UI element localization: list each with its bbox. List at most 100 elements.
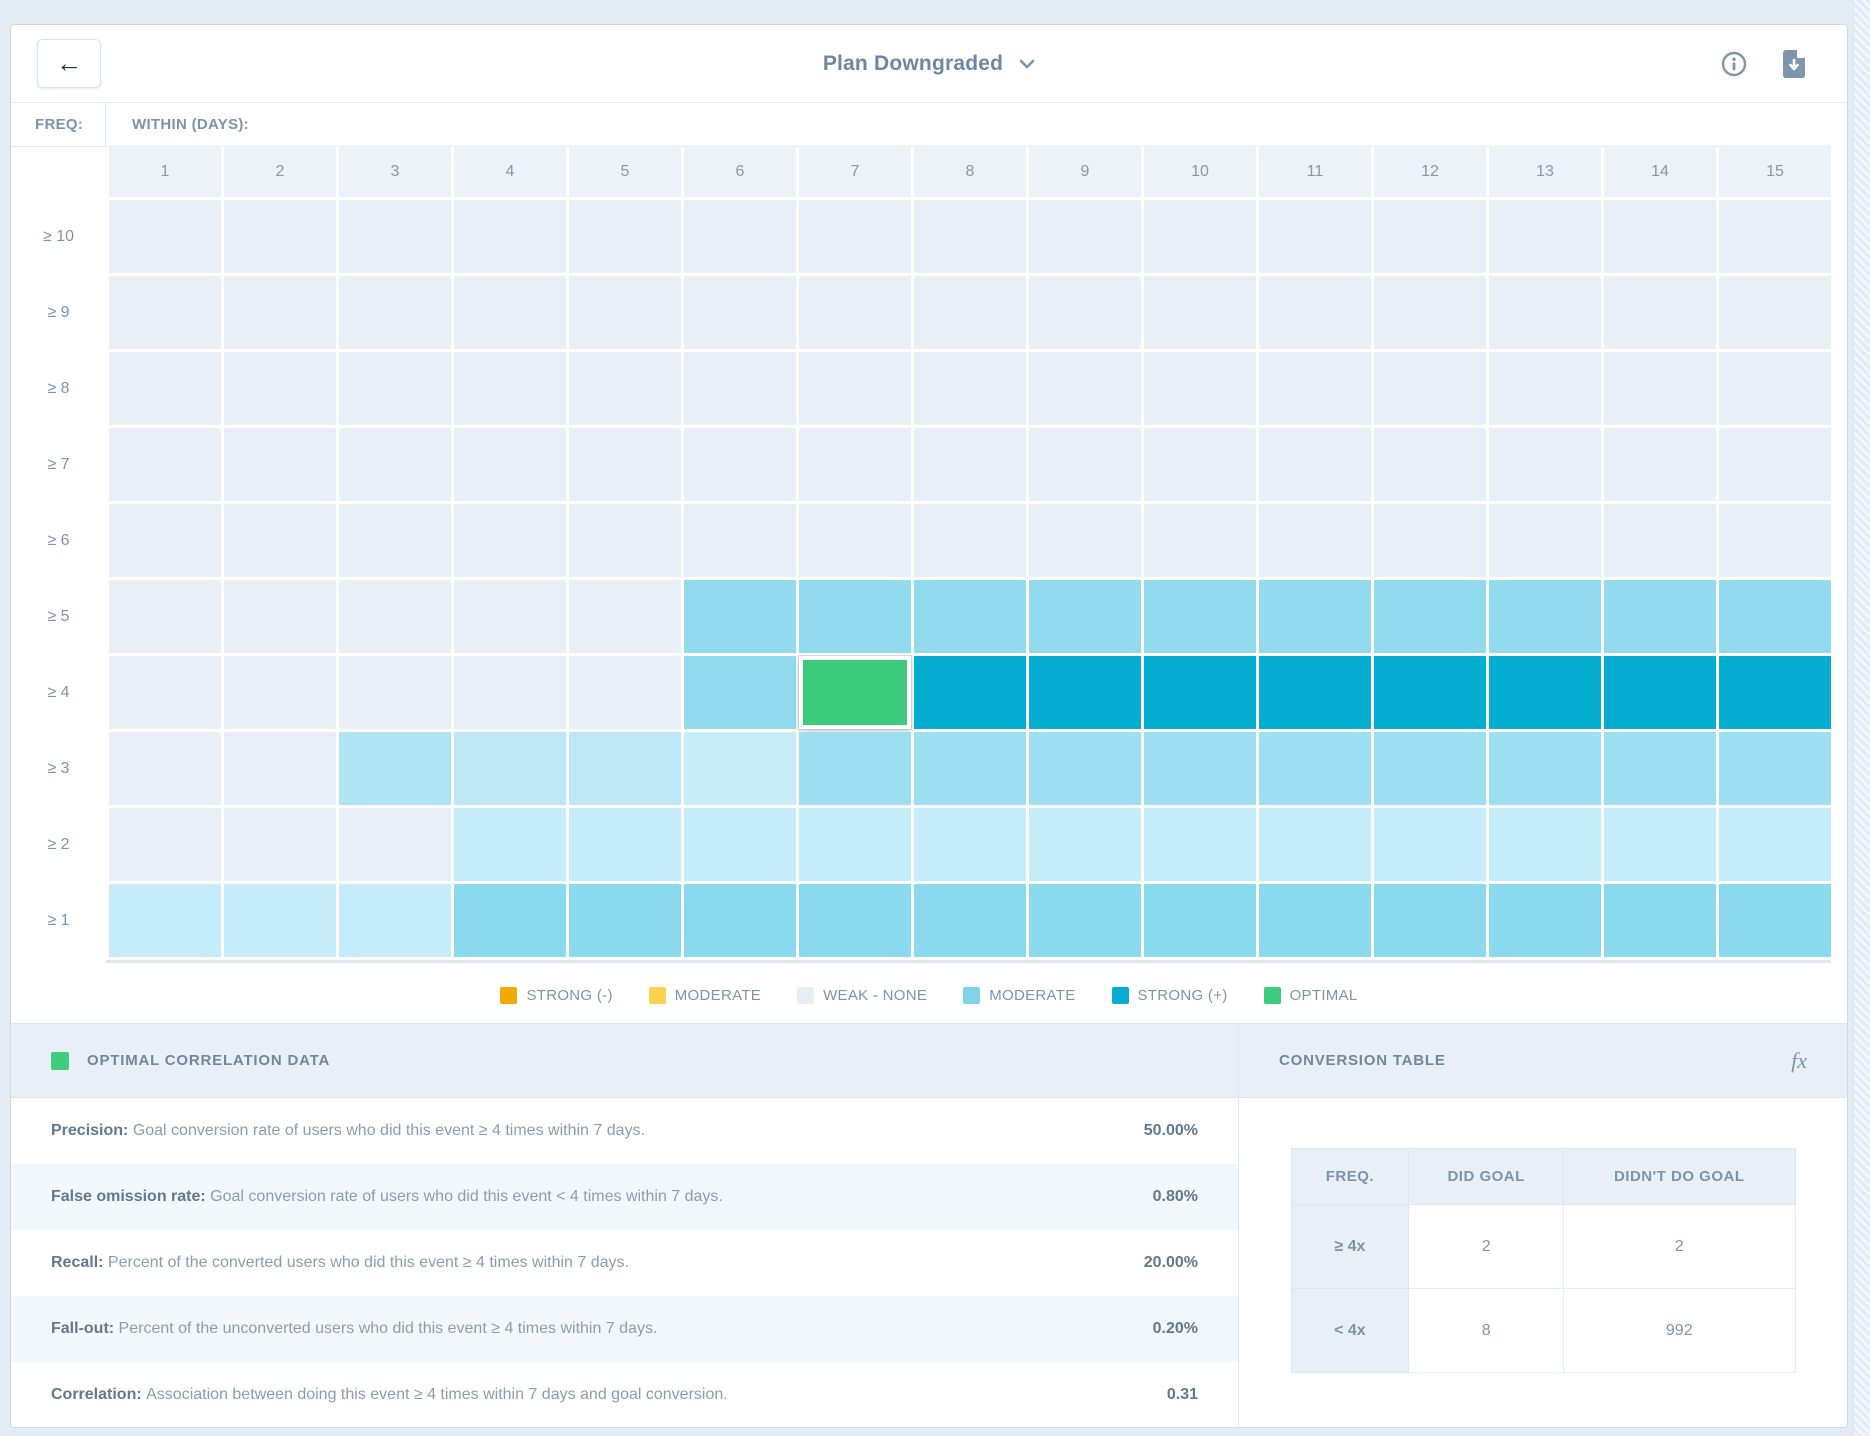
heatmap-cell[interactable]	[1374, 580, 1486, 653]
heatmap-cell[interactable]	[914, 732, 1026, 805]
heatmap-cell[interactable]	[1604, 580, 1716, 653]
heatmap-cell[interactable]	[454, 656, 566, 729]
heatmap-cell[interactable]	[454, 580, 566, 653]
heatmap-cell[interactable]	[1374, 276, 1486, 349]
heatmap-cell[interactable]	[569, 276, 681, 349]
info-icon[interactable]	[1721, 51, 1747, 77]
heatmap-cell[interactable]	[454, 884, 566, 957]
heatmap-cell[interactable]	[1029, 428, 1141, 501]
heatmap-cell[interactable]	[1259, 428, 1371, 501]
heatmap-cell[interactable]	[914, 352, 1026, 425]
heatmap-cell[interactable]	[799, 808, 911, 881]
heatmap-cell[interactable]	[914, 428, 1026, 501]
heatmap-cell[interactable]	[1604, 504, 1716, 577]
heatmap-cell[interactable]	[224, 200, 336, 273]
download-icon[interactable]	[1781, 49, 1807, 79]
heatmap-cell[interactable]	[799, 352, 911, 425]
heatmap-cell[interactable]	[109, 656, 221, 729]
heatmap-cell[interactable]	[1259, 200, 1371, 273]
heatmap-cell[interactable]	[569, 656, 681, 729]
heatmap-cell[interactable]	[339, 656, 451, 729]
heatmap-cell[interactable]	[109, 580, 221, 653]
heatmap-cell[interactable]	[1719, 580, 1831, 653]
heatmap-cell[interactable]	[454, 504, 566, 577]
heatmap-cell[interactable]	[799, 580, 911, 653]
heatmap-cell[interactable]	[1719, 504, 1831, 577]
heatmap-cell[interactable]	[1604, 428, 1716, 501]
heatmap-cell[interactable]	[339, 200, 451, 273]
heatmap-cell[interactable]	[799, 884, 911, 957]
heatmap-cell[interactable]	[1489, 504, 1601, 577]
heatmap-cell[interactable]	[224, 276, 336, 349]
heatmap-cell[interactable]	[1489, 352, 1601, 425]
heatmap-cell[interactable]	[1489, 656, 1601, 729]
heatmap-cell[interactable]	[569, 884, 681, 957]
heatmap-cell[interactable]	[1374, 200, 1486, 273]
heatmap-cell[interactable]	[1719, 200, 1831, 273]
heatmap-cell[interactable]	[1144, 808, 1256, 881]
heatmap-cell[interactable]	[339, 808, 451, 881]
heatmap-cell[interactable]	[1374, 656, 1486, 729]
heatmap-cell[interactable]	[1489, 732, 1601, 805]
heatmap-cell[interactable]	[569, 580, 681, 653]
heatmap-cell[interactable]	[224, 732, 336, 805]
heatmap-cell[interactable]	[1489, 808, 1601, 881]
heatmap-cell[interactable]	[684, 732, 796, 805]
heatmap-cell[interactable]	[1719, 352, 1831, 425]
heatmap-cell[interactable]	[454, 808, 566, 881]
heatmap-cell[interactable]	[684, 808, 796, 881]
heatmap-cell[interactable]	[1719, 884, 1831, 957]
heatmap-cell[interactable]	[1029, 200, 1141, 273]
heatmap-cell[interactable]	[684, 352, 796, 425]
heatmap-cell[interactable]	[1374, 428, 1486, 501]
heatmap-cell[interactable]	[109, 276, 221, 349]
heatmap-cell[interactable]	[799, 276, 911, 349]
heatmap-cell[interactable]	[569, 428, 681, 501]
heatmap-cell[interactable]	[1029, 352, 1141, 425]
heatmap-cell[interactable]	[569, 808, 681, 881]
heatmap-cell[interactable]	[339, 732, 451, 805]
heatmap-cell[interactable]	[109, 808, 221, 881]
heatmap-cell[interactable]	[684, 200, 796, 273]
heatmap-cell[interactable]	[1029, 808, 1141, 881]
heatmap-cell[interactable]	[1719, 732, 1831, 805]
heatmap-cell[interactable]	[224, 352, 336, 425]
heatmap-cell[interactable]	[1604, 656, 1716, 729]
heatmap-cell[interactable]	[799, 200, 911, 273]
heatmap-cell[interactable]	[109, 504, 221, 577]
heatmap-cell[interactable]	[1144, 504, 1256, 577]
heatmap-cell[interactable]	[1259, 732, 1371, 805]
heatmap-cell[interactable]	[1144, 884, 1256, 957]
heatmap-cell[interactable]	[1144, 200, 1256, 273]
heatmap-cell[interactable]	[1719, 428, 1831, 501]
heatmap-cell[interactable]	[1489, 428, 1601, 501]
heatmap-cell[interactable]	[339, 580, 451, 653]
heatmap-cell[interactable]	[914, 504, 1026, 577]
heatmap-cell[interactable]	[224, 580, 336, 653]
heatmap-cell[interactable]	[454, 200, 566, 273]
heatmap-cell[interactable]	[1719, 656, 1831, 729]
heatmap-cell[interactable]	[1144, 580, 1256, 653]
heatmap-cell[interactable]	[1604, 884, 1716, 957]
heatmap-cell[interactable]	[224, 656, 336, 729]
heatmap-cell[interactable]	[1489, 200, 1601, 273]
heatmap-cell[interactable]	[1604, 276, 1716, 349]
heatmap-cell[interactable]	[1029, 656, 1141, 729]
heatmap-cell[interactable]	[1029, 580, 1141, 653]
heatmap-cell[interactable]	[454, 732, 566, 805]
heatmap-cell[interactable]	[339, 428, 451, 501]
heatmap-cell[interactable]	[1259, 504, 1371, 577]
heatmap-cell[interactable]	[1374, 732, 1486, 805]
heatmap-cell[interactable]	[1489, 580, 1601, 653]
heatmap-cell[interactable]	[1374, 808, 1486, 881]
heatmap-cell[interactable]	[914, 200, 1026, 273]
heatmap-cell[interactable]	[454, 352, 566, 425]
heatmap-cell[interactable]	[1604, 732, 1716, 805]
heatmap-cell[interactable]	[684, 884, 796, 957]
heatmap-cell[interactable]	[684, 276, 796, 349]
heatmap-cell[interactable]	[339, 504, 451, 577]
heatmap-cell[interactable]	[914, 884, 1026, 957]
formula-fx-icon[interactable]: fx	[1791, 1048, 1807, 1074]
heatmap-cell[interactable]	[1144, 428, 1256, 501]
heatmap-cell-optimal[interactable]	[799, 656, 911, 729]
